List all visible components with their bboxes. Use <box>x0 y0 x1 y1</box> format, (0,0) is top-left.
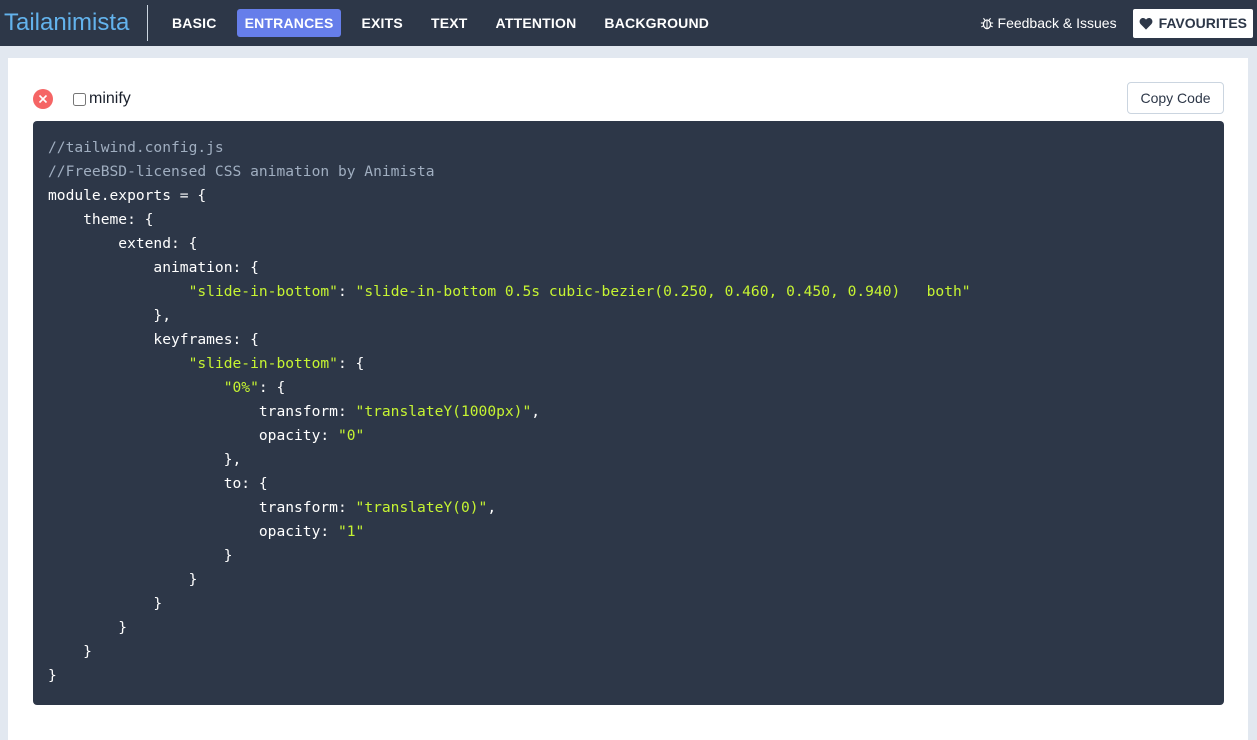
code-token-plain: }, <box>48 451 242 468</box>
nav-text[interactable]: TEXT <box>423 9 476 37</box>
code-line: "slide-in-bottom": { <box>48 352 1209 376</box>
code-token-plain: module.exports = { <box>48 187 207 204</box>
code-token-plain: : { <box>337 355 365 372</box>
minify-toggle[interactable]: minify <box>73 89 131 109</box>
code-token-plain: , <box>487 499 497 516</box>
minify-checkbox[interactable] <box>73 92 86 106</box>
code-token-string: "slide-in-bottom 0.5s cubic-bezier(0.250… <box>355 283 971 300</box>
code-token-plain: transform: <box>48 403 356 420</box>
code-token-string: "translateY(0)" <box>355 499 488 516</box>
code-line: }, <box>48 304 1209 328</box>
favourites-label: FAVOURITES <box>1158 15 1247 31</box>
code-line: extend: { <box>48 232 1209 256</box>
code-token-plain: to: { <box>48 475 268 492</box>
top-navbar: Tailanimista BASIC ENTRANCES EXITS TEXT … <box>0 0 1257 46</box>
nav-basic[interactable]: BASIC <box>164 9 225 37</box>
code-line: } <box>48 568 1209 592</box>
code-token-plain: theme: { <box>48 211 154 228</box>
feedback-link[interactable]: Feedback & Issues <box>980 15 1117 31</box>
nav-background[interactable]: BACKGROUND <box>596 9 717 37</box>
code-token-plain: transform: <box>48 499 356 516</box>
code-line: theme: { <box>48 208 1209 232</box>
code-line: }, <box>48 448 1209 472</box>
code-token-plain: } <box>48 571 198 588</box>
code-block[interactable]: //tailwind.config.js //FreeBSD-licensed C… <box>33 121 1224 705</box>
code-token-plain: }, <box>48 307 172 324</box>
code-line: } <box>48 592 1209 616</box>
bug-icon <box>980 17 993 30</box>
brand-logo[interactable]: Tailanimista <box>0 5 148 41</box>
code-token-plain: extend: { <box>48 235 198 252</box>
close-icon <box>38 94 48 104</box>
code-token-plain: , <box>531 403 541 420</box>
code-line: keyframes: { <box>48 328 1209 352</box>
code-token-plain: } <box>48 667 57 684</box>
code-line: transform: "translateY(0)", <box>48 496 1209 520</box>
code-line: } <box>48 640 1209 664</box>
code-token-plain: } <box>48 595 163 612</box>
code-line: //FreeBSD-licensed CSS animation by Anim… <box>48 160 1209 184</box>
code-token-plain: : { <box>258 379 286 396</box>
minify-label: minify <box>89 90 131 107</box>
heart-icon <box>1139 17 1152 30</box>
code-token-string: "slide-in-bottom" <box>188 355 338 372</box>
code-token-plain: } <box>48 643 92 660</box>
code-token-plain: } <box>48 547 233 564</box>
code-token-string: "slide-in-bottom" <box>188 283 338 300</box>
close-button[interactable] <box>33 89 53 109</box>
code-token-plain: opacity: <box>48 427 338 444</box>
code-token-comment: //FreeBSD-licensed CSS animation by Anim… <box>48 163 435 180</box>
category-nav: BASIC ENTRANCES EXITS TEXT ATTENTION BAC… <box>164 0 729 46</box>
code-line: } <box>48 544 1209 568</box>
code-line: opacity: "1" <box>48 520 1209 544</box>
code-line: animation: { <box>48 256 1209 280</box>
nav-attention[interactable]: ATTENTION <box>488 9 585 37</box>
code-line: "slide-in-bottom": "slide-in-bottom 0.5s… <box>48 280 1209 304</box>
code-token-plain: : <box>337 283 356 300</box>
code-token-plain: animation: { <box>48 259 259 276</box>
feedback-label: Feedback & Issues <box>997 15 1117 31</box>
code-token-plain: } <box>48 619 128 636</box>
header-actions: Feedback & Issues FAVOURITES <box>980 0 1253 46</box>
nav-exits[interactable]: EXITS <box>353 9 410 37</box>
code-token-string: "1" <box>337 523 365 540</box>
code-token-plain: opacity: <box>48 523 338 540</box>
code-line: to: { <box>48 472 1209 496</box>
code-panel: minify Copy Code //tailwind.config.js //F… <box>8 58 1248 740</box>
code-line: } <box>48 664 1209 688</box>
copy-code-button[interactable]: Copy Code <box>1127 82 1224 114</box>
code-line: module.exports = { <box>48 184 1209 208</box>
code-line: } <box>48 616 1209 640</box>
code-line: //tailwind.config.js <box>48 136 1209 160</box>
code-token-string: "translateY(1000px)" <box>355 403 532 420</box>
nav-entrances[interactable]: ENTRANCES <box>236 9 342 37</box>
code-token-comment: //tailwind.config.js <box>48 139 224 156</box>
favourites-button[interactable]: FAVOURITES <box>1132 8 1253 38</box>
code-token-string: "0%" <box>223 379 259 396</box>
code-token-string: "0" <box>337 427 365 444</box>
code-line: transform: "translateY(1000px)", <box>48 400 1209 424</box>
code-line: "0%": { <box>48 376 1209 400</box>
code-line: opacity: "0" <box>48 424 1209 448</box>
code-token-plain: keyframes: { <box>48 331 259 348</box>
